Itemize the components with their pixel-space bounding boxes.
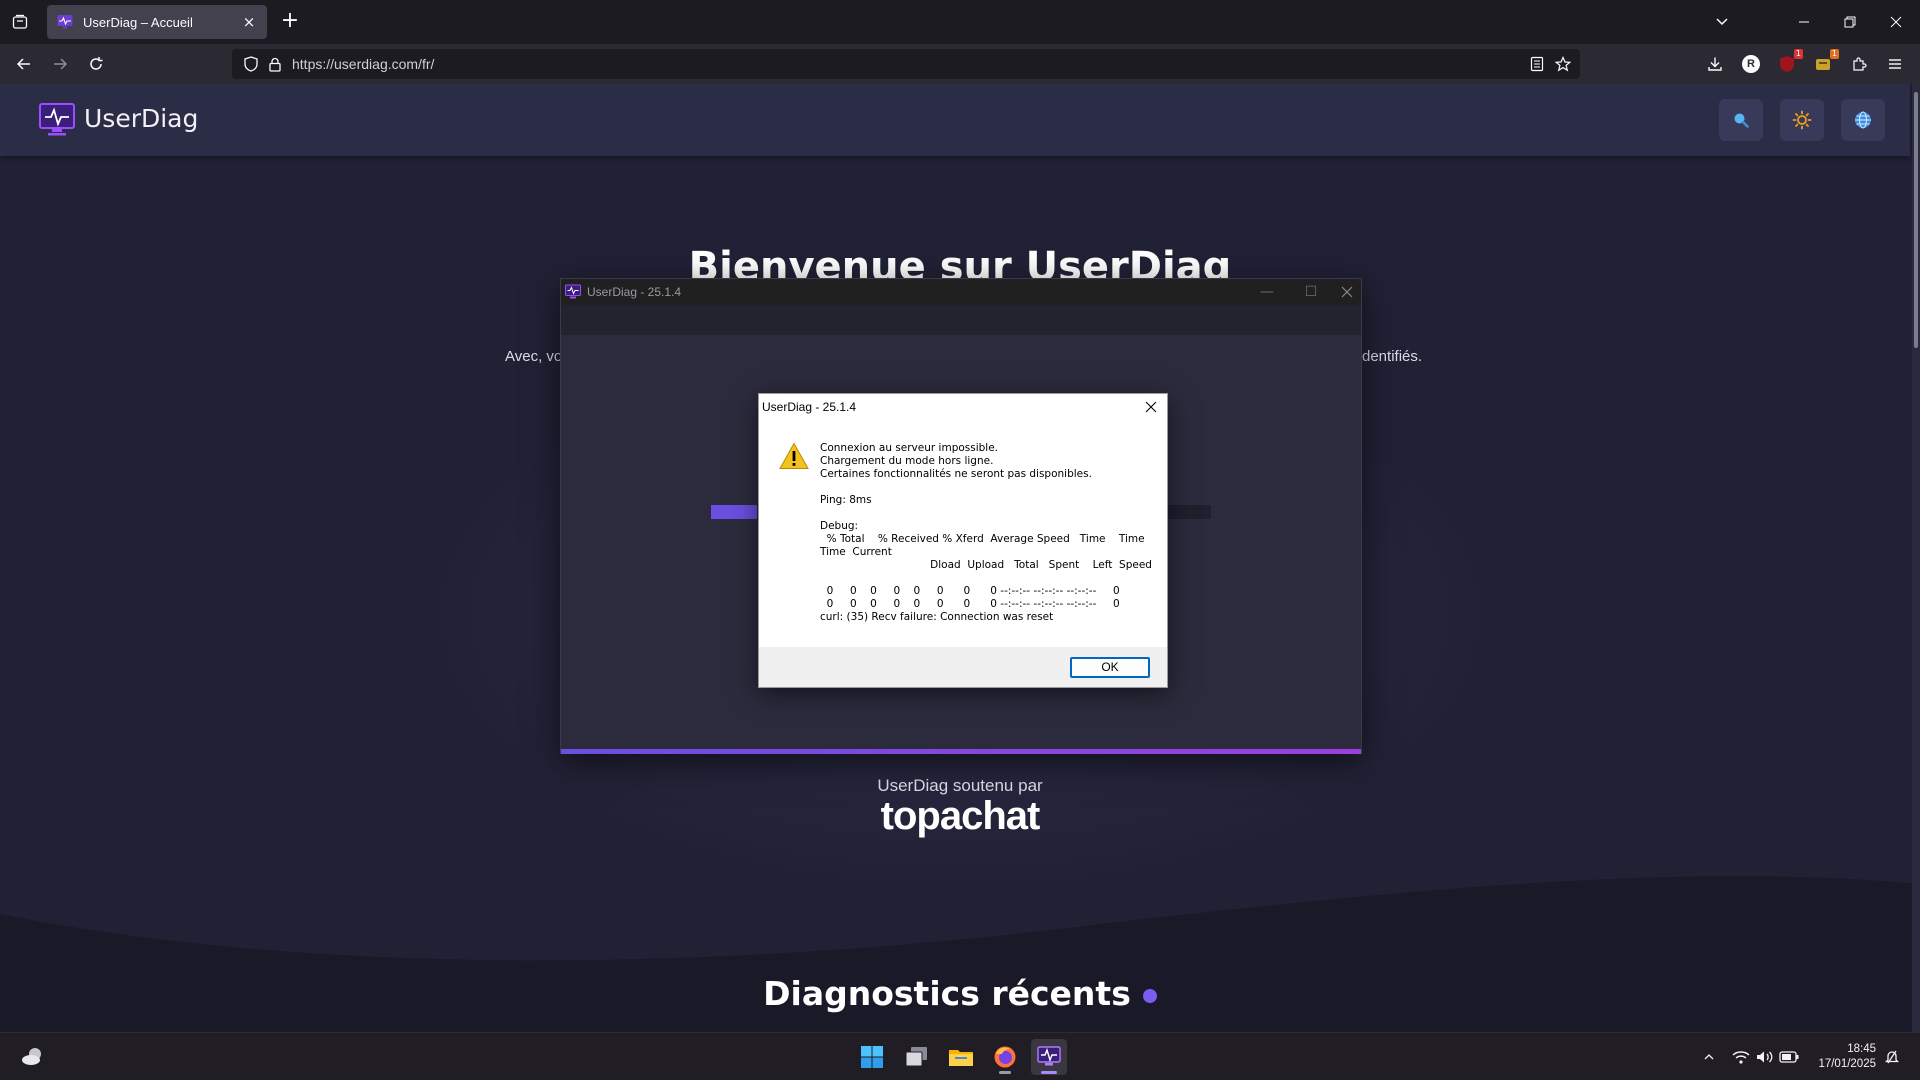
show-hidden-icons-chevron-icon[interactable] xyxy=(1699,1047,1719,1067)
topachat-logo[interactable]: topachat xyxy=(0,794,1920,839)
url-bar[interactable]: https://userdiag.com/fr/ xyxy=(232,49,1580,79)
back-arrow-icon[interactable] xyxy=(10,51,38,77)
language-button[interactable] xyxy=(1841,99,1885,141)
file-explorer-button[interactable] xyxy=(943,1039,979,1075)
battery-icon[interactable] xyxy=(1779,1047,1799,1067)
profile-initial: R xyxy=(1742,55,1760,73)
userdiag-icon xyxy=(1037,1046,1061,1066)
clock-time: 18:45 xyxy=(1847,1043,1876,1055)
ok-button[interactable]: OK xyxy=(1070,657,1150,678)
wifi-icon[interactable] xyxy=(1731,1047,1751,1067)
userdiag-taskbar-button[interactable] xyxy=(1031,1039,1067,1075)
app-accent-bar xyxy=(561,749,1361,754)
reload-icon[interactable] xyxy=(82,51,110,77)
dialog-titlebar[interactable]: UserDiag - 25.1.4 xyxy=(759,394,1167,420)
site-header: UserDiag xyxy=(0,84,1910,156)
sponsor-block: UserDiag soutenu par topachat xyxy=(0,776,1920,839)
site-logo-text[interactable]: UserDiag xyxy=(84,104,198,133)
notifier-badge-count: 1 xyxy=(1829,49,1839,59)
volume-icon[interactable] xyxy=(1755,1047,1775,1067)
app-maximize-icon[interactable]: ☐ xyxy=(1293,281,1329,303)
url-text[interactable]: https://userdiag.com/fr/ xyxy=(292,56,434,72)
browser-close-icon[interactable] xyxy=(1876,8,1916,36)
extensions-puzzle-icon[interactable] xyxy=(1846,51,1872,77)
sun-icon xyxy=(1792,110,1812,130)
theme-toggle-button[interactable] xyxy=(1780,99,1824,141)
lock-icon[interactable] xyxy=(266,55,284,73)
recent-diagnostics-label: Diagnostics récents xyxy=(763,974,1131,1013)
browser-nav-bar: https://userdiag.com/fr/ R 1 1 xyxy=(0,44,1920,84)
app-loading-progress-fill xyxy=(711,505,757,519)
app-menu-hamburger-icon[interactable] xyxy=(1882,51,1908,77)
dialog-title: UserDiag - 25.1.4 xyxy=(762,400,857,414)
browser-tab-active[interactable]: UserDiag – Accueil × xyxy=(47,5,267,39)
extension-notifier-icon[interactable]: 1 xyxy=(1810,49,1839,77)
warning-icon xyxy=(779,442,809,469)
profile-avatar[interactable]: R xyxy=(1738,51,1764,77)
browser-minimize-icon[interactable] xyxy=(1784,8,1824,36)
dialog-message: Connexion au serveur impossible. Chargem… xyxy=(820,442,1152,623)
hero-subtitle-left: Avec, vo xyxy=(505,348,563,365)
ublock-extension-icon[interactable]: 1 xyxy=(1774,49,1803,77)
userdiag-favicon-icon xyxy=(57,15,73,29)
ublock-badge-count: 1 xyxy=(1793,49,1803,59)
browser-tab-bar: UserDiag – Accueil × + xyxy=(0,0,1920,44)
app-titlebar[interactable]: UserDiag - 25.1.4 — ☐ xyxy=(561,279,1361,305)
downloads-icon[interactable] xyxy=(1702,51,1728,77)
connection-error-dialog: UserDiag - 25.1.4 Connexion au serveur i… xyxy=(758,393,1168,688)
firefox-taskbar-button[interactable] xyxy=(987,1039,1023,1075)
weather-widget-icon[interactable] xyxy=(20,1045,46,1069)
recent-diagnostics-title: Diagnostics récents xyxy=(0,974,1920,1013)
tracking-protection-shield-icon[interactable] xyxy=(242,55,260,73)
globe-icon xyxy=(1855,111,1871,129)
sponsor-label: UserDiag soutenu par xyxy=(877,776,1043,795)
dialog-footer: OK xyxy=(759,647,1167,687)
reader-view-icon[interactable] xyxy=(1528,55,1546,73)
task-view-icon xyxy=(905,1047,927,1067)
dialog-close-icon[interactable] xyxy=(1139,397,1163,417)
tab-title: UserDiag – Accueil xyxy=(83,14,193,30)
clock-date: 17/01/2025 xyxy=(1818,1058,1876,1070)
task-view-button[interactable] xyxy=(899,1039,935,1075)
windows-taskbar: 18:45 17/01/2025 xyxy=(0,1032,1920,1080)
app-window-title: UserDiag - 25.1.4 xyxy=(587,285,682,299)
running-indicator xyxy=(999,1071,1011,1074)
search-icon xyxy=(1734,113,1749,128)
recent-indicator-dot xyxy=(1142,988,1157,1003)
userdiag-logo-icon[interactable] xyxy=(38,102,76,138)
windows-start-button[interactable] xyxy=(854,1039,890,1075)
app-loading-progress-track xyxy=(1167,505,1211,519)
notification-bell-icon[interactable] xyxy=(1882,1047,1902,1067)
app-close-icon[interactable] xyxy=(1329,281,1365,303)
app-minimize-icon[interactable]: — xyxy=(1249,281,1285,303)
app-menu-bar xyxy=(561,305,1361,335)
search-button[interactable] xyxy=(1719,99,1763,141)
bookmark-star-icon[interactable] xyxy=(1554,55,1572,73)
new-tab-button[interactable]: + xyxy=(278,10,302,34)
hero-subtitle-right: dentifiés. xyxy=(1362,348,1423,365)
list-all-tabs-icon[interactable] xyxy=(6,10,34,34)
windows-start-icon xyxy=(861,1046,883,1068)
file-explorer-icon xyxy=(949,1050,973,1066)
tab-close-icon[interactable]: × xyxy=(241,14,257,30)
firefox-icon xyxy=(994,1046,1016,1068)
userdiag-app-icon xyxy=(565,284,581,299)
page-scrollbar-thumb[interactable] xyxy=(1914,92,1918,348)
taskbar-clock[interactable]: 18:45 17/01/2025 xyxy=(1806,1042,1876,1072)
forward-arrow-icon[interactable] xyxy=(46,51,74,77)
tab-overflow-chevron-icon[interactable] xyxy=(1710,12,1734,32)
active-indicator xyxy=(1041,1071,1057,1074)
browser-restore-icon[interactable] xyxy=(1830,8,1870,36)
